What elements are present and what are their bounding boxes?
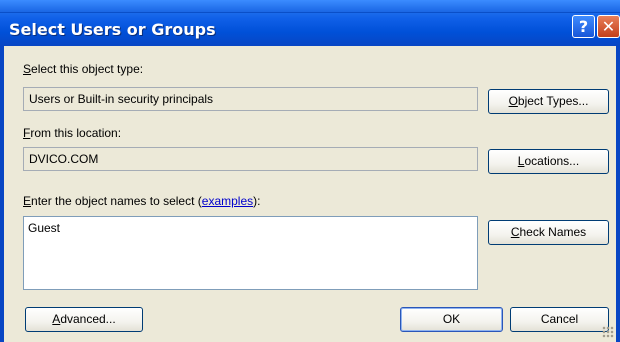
ok-button[interactable]: OK xyxy=(400,307,503,332)
window-frame-right xyxy=(616,46,620,342)
resize-grip[interactable] xyxy=(602,326,614,338)
examples-link[interactable]: examples xyxy=(202,194,253,208)
title-bar[interactable]: Select Users or Groups ? ✕ xyxy=(0,0,620,46)
object-type-label: Select this object type: xyxy=(23,62,144,76)
object-types-button[interactable]: Object Types... xyxy=(488,89,609,114)
window-title: Select Users or Groups xyxy=(9,20,216,39)
help-button[interactable]: ? xyxy=(572,15,595,38)
object-names-label: Enter the object names to select (exampl… xyxy=(23,194,261,208)
locations-button[interactable]: Locations... xyxy=(488,149,609,174)
location-field: DVICO.COM xyxy=(23,147,478,171)
close-icon: ✕ xyxy=(601,17,616,36)
location-label: From this location: xyxy=(23,126,122,140)
title-bar-top-edge xyxy=(0,0,620,13)
cancel-button[interactable]: Cancel xyxy=(510,307,609,332)
help-icon: ? xyxy=(578,17,589,36)
check-names-button[interactable]: Check Names xyxy=(488,220,609,245)
window-frame-left xyxy=(0,46,4,342)
object-type-field: Users or Built-in security principals xyxy=(23,87,478,111)
object-names-input[interactable]: Guest xyxy=(23,216,478,290)
close-button[interactable]: ✕ xyxy=(597,15,620,38)
advanced-button[interactable]: Advanced... xyxy=(25,307,143,332)
